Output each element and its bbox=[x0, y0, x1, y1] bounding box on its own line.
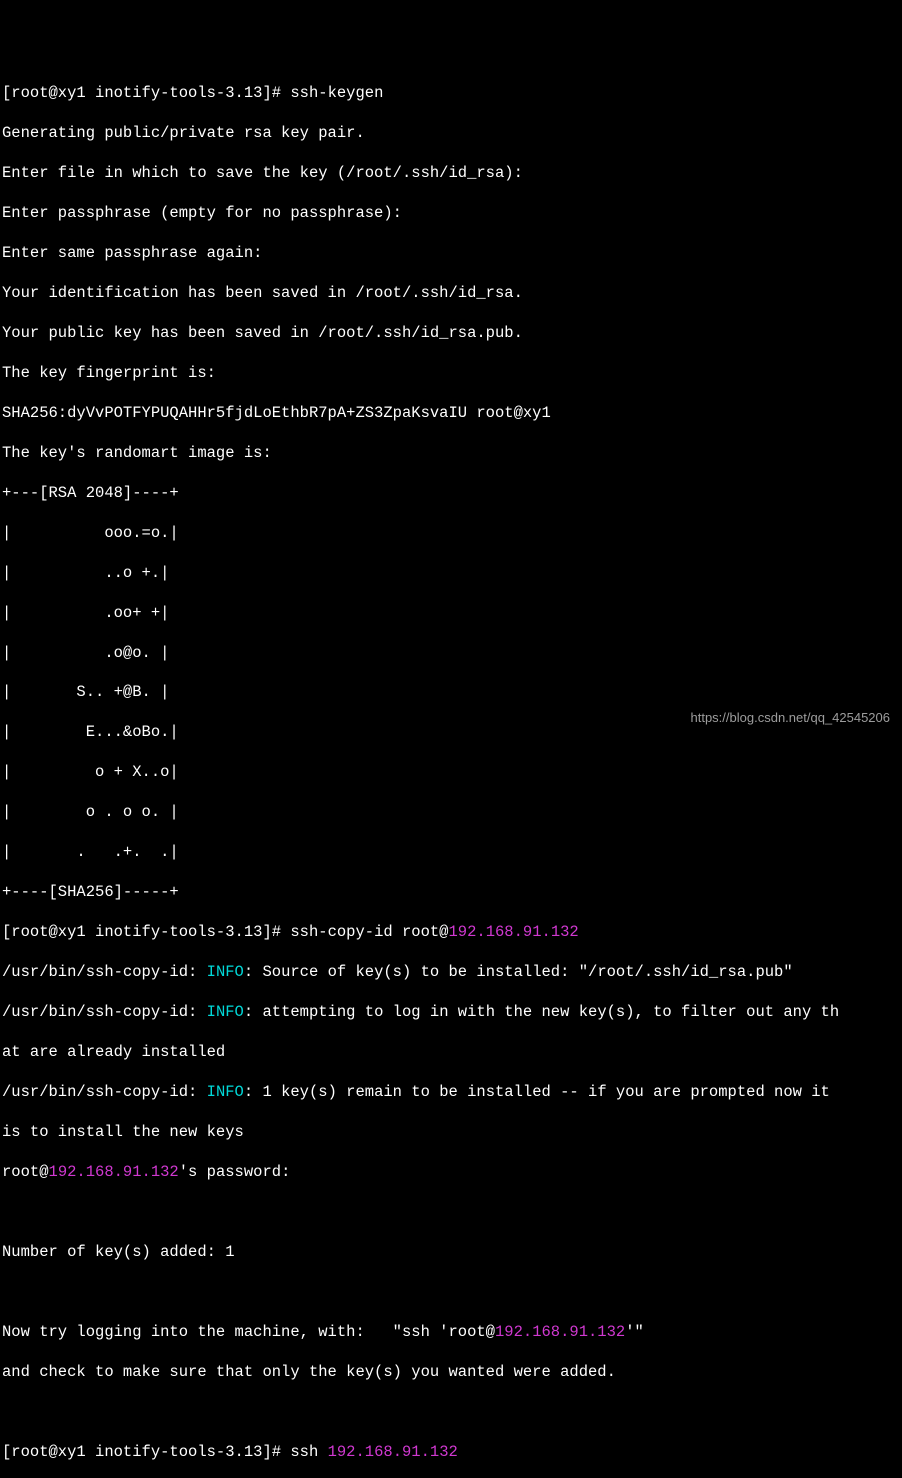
info-text: : 1 key(s) remain to be installed -- if … bbox=[244, 1083, 839, 1101]
randomart-line: | ooo.=o.| bbox=[2, 524, 900, 544]
try-suffix: '" bbox=[625, 1323, 644, 1341]
randomart-line: | ..o +.| bbox=[2, 564, 900, 584]
terminal-line: /usr/bin/ssh-copy-id: INFO: Source of ke… bbox=[2, 963, 900, 983]
terminal-line bbox=[2, 1203, 900, 1223]
terminal-line: Now try logging into the machine, with: … bbox=[2, 1323, 900, 1343]
terminal-line: The key fingerprint is: bbox=[2, 364, 900, 384]
try-prefix: Now try logging into the machine, with: … bbox=[2, 1323, 495, 1341]
command: ssh-keygen bbox=[290, 84, 383, 102]
info-label: INFO bbox=[207, 963, 244, 981]
info-label: INFO bbox=[207, 1003, 244, 1021]
terminal-line: Your public key has been saved in /root/… bbox=[2, 324, 900, 344]
randomart-line: | .oo+ +| bbox=[2, 604, 900, 624]
command: ssh bbox=[290, 1443, 327, 1461]
randomart-line: | S.. +@B. | bbox=[2, 683, 900, 703]
info-prefix: /usr/bin/ssh-copy-id: bbox=[2, 1003, 207, 1021]
randomart-line: | .o@o. | bbox=[2, 644, 900, 664]
terminal-line: and check to make sure that only the key… bbox=[2, 1363, 900, 1383]
terminal-line bbox=[2, 1403, 900, 1423]
randomart-line: | . .+. .| bbox=[2, 843, 900, 863]
terminal-line: root@192.168.91.132's password: bbox=[2, 1163, 900, 1183]
info-label: INFO bbox=[207, 1083, 244, 1101]
randomart-line: | o + X..o| bbox=[2, 763, 900, 783]
info-text: : Source of key(s) to be installed: "/ro… bbox=[244, 963, 793, 981]
command: ssh-copy-id root@ bbox=[290, 923, 448, 941]
terminal-line: Number of key(s) added: 1 bbox=[2, 1243, 900, 1263]
ip-address: 192.168.91.132 bbox=[328, 1443, 458, 1461]
terminal-line: [root@xy1 inotify-tools-3.13]# ssh-copy-… bbox=[2, 923, 900, 943]
pw-prefix: root@ bbox=[2, 1163, 49, 1181]
ip-address: 192.168.91.132 bbox=[449, 923, 579, 941]
info-prefix: /usr/bin/ssh-copy-id: bbox=[2, 1083, 207, 1101]
terminal-line: /usr/bin/ssh-copy-id: INFO: attempting t… bbox=[2, 1003, 900, 1023]
terminal-line: Enter same passphrase again: bbox=[2, 244, 900, 264]
randomart-line: | o . o o. | bbox=[2, 803, 900, 823]
terminal-line: SHA256:dyVvPOTFYPUQAHHr5fjdLoEthbR7pA+ZS… bbox=[2, 404, 900, 424]
terminal-line: Generating public/private rsa key pair. bbox=[2, 124, 900, 144]
info-text: : attempting to log in with the new key(… bbox=[244, 1003, 839, 1021]
randomart-line: +----[SHA256]-----+ bbox=[2, 883, 900, 903]
terminal-line: Enter file in which to save the key (/ro… bbox=[2, 164, 900, 184]
prompt: [root@xy1 inotify-tools-3.13]# bbox=[2, 84, 290, 102]
terminal-line: Enter passphrase (empty for no passphras… bbox=[2, 204, 900, 224]
randomart-line: +---[RSA 2048]----+ bbox=[2, 484, 900, 504]
terminal-line bbox=[2, 1283, 900, 1303]
pw-suffix: 's password: bbox=[179, 1163, 291, 1181]
terminal-line: [root@xy1 inotify-tools-3.13]# ssh-keyge… bbox=[2, 84, 900, 104]
ip-address: 192.168.91.132 bbox=[49, 1163, 179, 1181]
ip-address: 192.168.91.132 bbox=[495, 1323, 625, 1341]
terminal-line: /usr/bin/ssh-copy-id: INFO: 1 key(s) rem… bbox=[2, 1083, 900, 1103]
prompt: [root@xy1 inotify-tools-3.13]# bbox=[2, 923, 290, 941]
prompt: [root@xy1 inotify-tools-3.13]# bbox=[2, 1443, 290, 1461]
terminal-line: [root@xy1 inotify-tools-3.13]# ssh 192.1… bbox=[2, 1443, 900, 1463]
terminal-line: The key's randomart image is: bbox=[2, 444, 900, 464]
watermark: https://blog.csdn.net/qq_42545206 bbox=[691, 710, 891, 727]
terminal-line: at are already installed bbox=[2, 1043, 900, 1063]
terminal-line: Your identification has been saved in /r… bbox=[2, 284, 900, 304]
info-prefix: /usr/bin/ssh-copy-id: bbox=[2, 963, 207, 981]
terminal-line: is to install the new keys bbox=[2, 1123, 900, 1143]
